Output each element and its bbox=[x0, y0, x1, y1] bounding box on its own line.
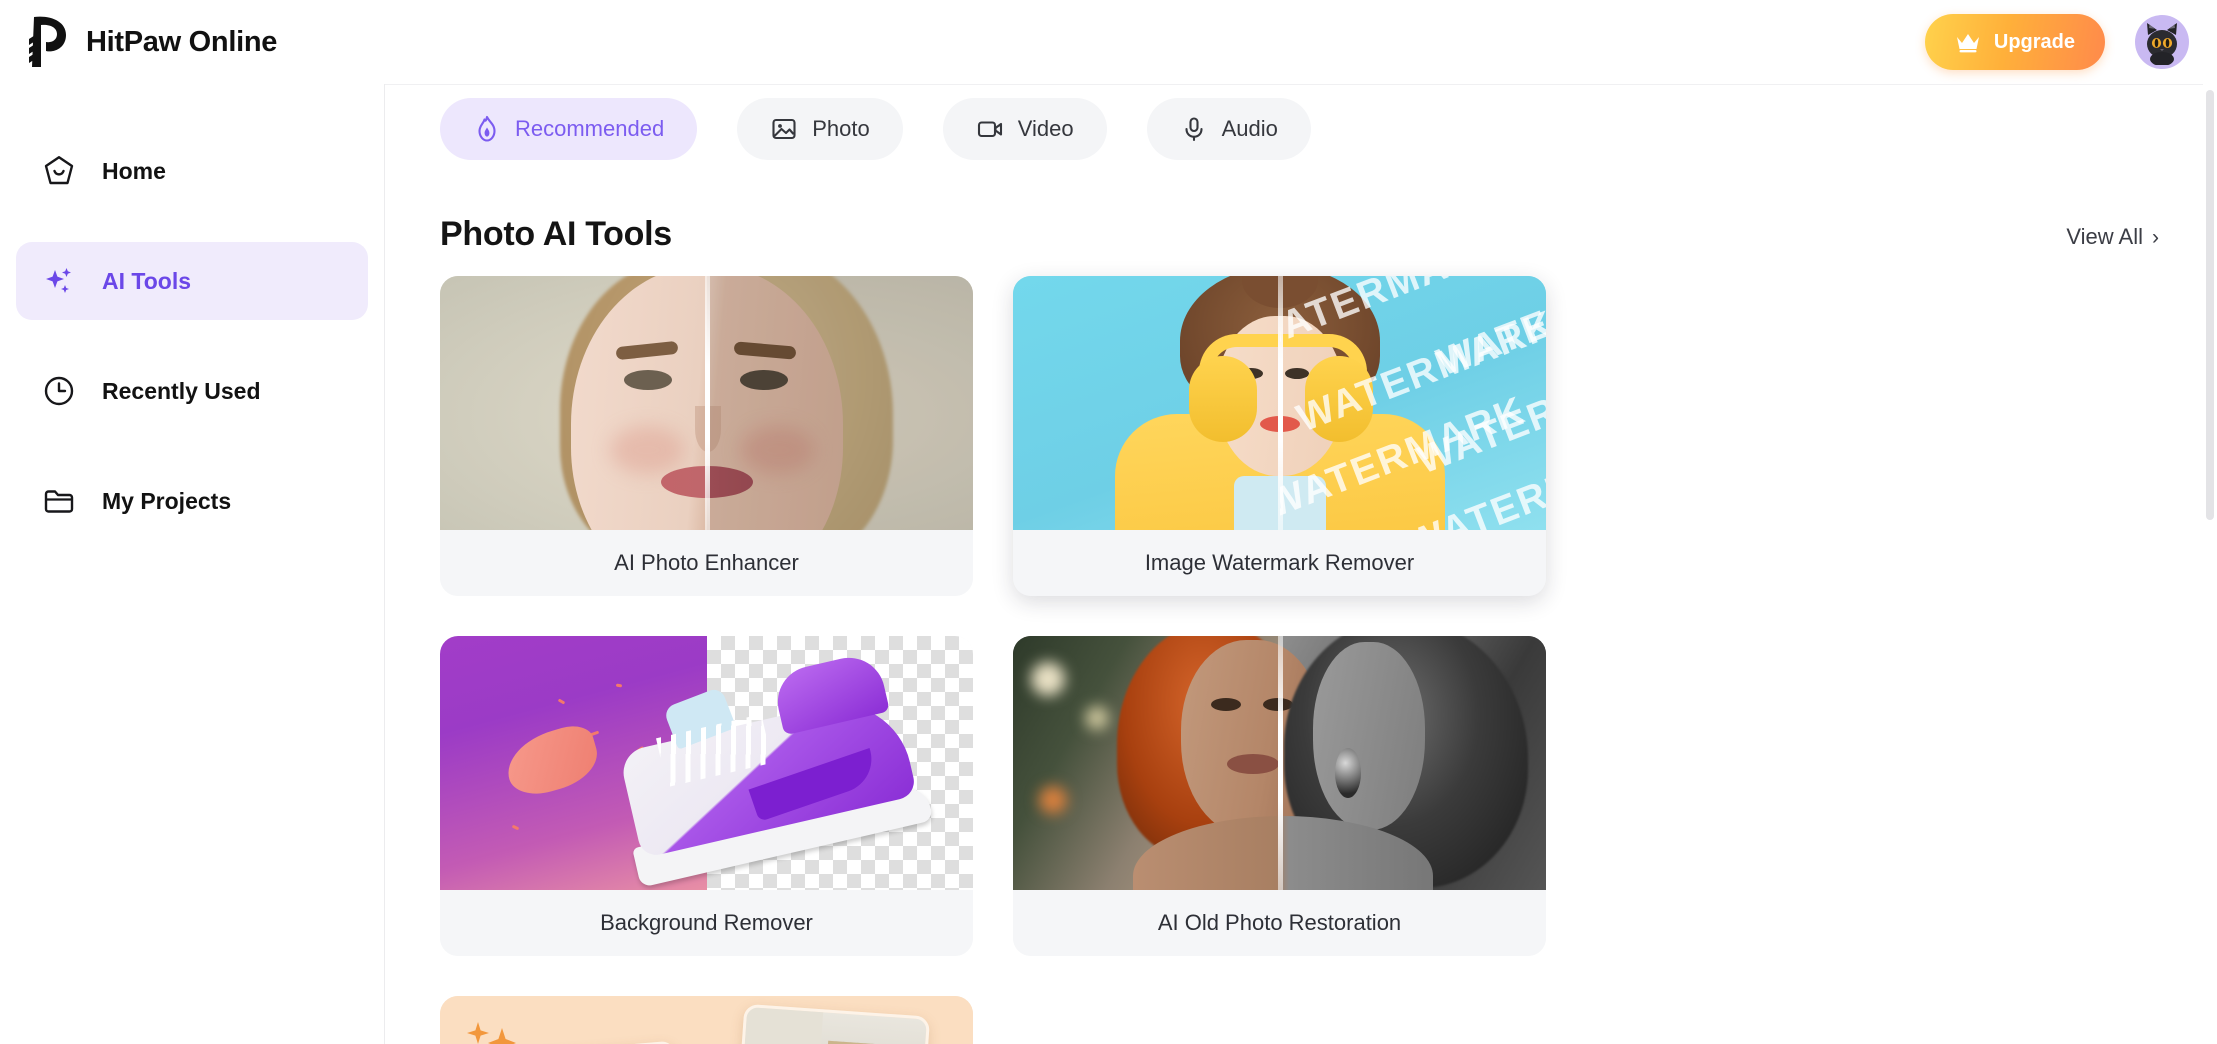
sidebar-item-ai-tools[interactable]: AI Tools bbox=[16, 242, 368, 320]
upgrade-button[interactable]: Upgrade bbox=[1924, 14, 2105, 70]
main-scrollbar[interactable] bbox=[2203, 84, 2217, 1044]
upgrade-button-label: Upgrade bbox=[1993, 30, 2075, 53]
brand[interactable]: HitPaw Online bbox=[0, 15, 277, 69]
section-header-photo: Photo AI Tools View All › bbox=[385, 160, 2217, 254]
tool-card-label: Image Watermark Remover bbox=[1013, 530, 1546, 596]
category-tabs: Recommended Photo Video Audio bbox=[385, 84, 2217, 160]
tool-thumbnail bbox=[1013, 636, 1546, 890]
tool-thumbnail: WATERMARK WATERMARK WATERMARK WATERMARK … bbox=[1013, 276, 1546, 530]
photo-tools-grid: AI Photo Enhancer WATERMARK WATERMARK WA… bbox=[385, 254, 2085, 1044]
scrollbar-thumb[interactable] bbox=[2206, 90, 2214, 520]
sidebar-item-home[interactable]: Home bbox=[16, 132, 368, 210]
tab-photo[interactable]: Photo bbox=[737, 98, 903, 160]
sidebar-item-label: Home bbox=[102, 157, 166, 184]
before-after-divider bbox=[704, 276, 710, 530]
avatar[interactable] bbox=[2135, 15, 2189, 69]
folder-icon bbox=[42, 484, 76, 518]
section-title: Photo AI Tools bbox=[440, 215, 672, 253]
tab-audio[interactable]: Audio bbox=[1146, 98, 1311, 160]
sidebar-item-recently-used[interactable]: Recently Used bbox=[16, 352, 368, 430]
clock-icon bbox=[42, 374, 76, 408]
tool-thumbnail bbox=[440, 276, 973, 530]
flame-icon bbox=[473, 115, 501, 143]
tab-label: Video bbox=[1017, 116, 1074, 141]
sidebar-item-my-projects[interactable]: My Projects bbox=[16, 462, 368, 540]
home-pentagon-smile-icon bbox=[42, 154, 76, 188]
black-cat-avatar-icon bbox=[2147, 23, 2177, 65]
watermark-text: WATERMARK bbox=[1430, 276, 1546, 385]
sidebar-item-label: Recently Used bbox=[102, 377, 261, 404]
tool-card-background-remover[interactable]: Background Remover bbox=[440, 636, 973, 956]
hitpaw-paw-logo-icon bbox=[24, 15, 70, 69]
tool-thumbnail bbox=[440, 996, 973, 1044]
app-root: HitPaw Online Upgrade Home AI Tools Rece… bbox=[0, 0, 2217, 1044]
crown-icon bbox=[1955, 31, 1981, 53]
header-divider bbox=[385, 84, 2217, 85]
sparkles-icon bbox=[42, 264, 76, 298]
sidebar-item-label: My Projects bbox=[102, 487, 232, 514]
tab-label: Photo bbox=[812, 116, 870, 141]
tab-label: Recommended bbox=[515, 116, 665, 141]
watermark-overlay: WATERMARK WATERMARK WATERMARK WATERMARK … bbox=[1280, 276, 1547, 530]
brand-name: HitPaw Online bbox=[86, 25, 278, 58]
sidebar: Home AI Tools Recently Used My Projects bbox=[0, 84, 385, 1044]
tool-card-ai-dance-generator[interactable]: AI Dance Generator bbox=[440, 996, 973, 1044]
sidebar-item-label: AI Tools bbox=[102, 267, 192, 294]
main-content: Recommended Photo Video Audio Photo AI T… bbox=[385, 84, 2217, 1044]
tool-card-label: AI Old Photo Restoration bbox=[1013, 890, 1546, 956]
tool-card-label: Background Remover bbox=[440, 890, 973, 956]
header-actions: Upgrade bbox=[1924, 14, 2217, 70]
tool-card-label: AI Photo Enhancer bbox=[440, 530, 973, 596]
tab-label: Audio bbox=[1221, 116, 1278, 141]
view-all-label: View All bbox=[2066, 224, 2143, 249]
video-camera-icon bbox=[976, 115, 1004, 143]
image-icon bbox=[770, 115, 798, 143]
tab-recommended[interactable]: Recommended bbox=[440, 98, 698, 160]
tool-card-image-watermark-remover[interactable]: WATERMARK WATERMARK WATERMARK WATERMARK … bbox=[1013, 276, 1546, 596]
tool-card-ai-photo-enhancer[interactable]: AI Photo Enhancer bbox=[440, 276, 973, 596]
view-all-photo-link[interactable]: View All › bbox=[2066, 224, 2159, 254]
before-after-divider bbox=[1277, 636, 1283, 890]
chevron-right-icon: › bbox=[2152, 225, 2159, 249]
tab-video[interactable]: Video bbox=[942, 98, 1107, 160]
microphone-icon bbox=[1180, 115, 1208, 143]
sparkle-icon bbox=[460, 1018, 530, 1044]
top-header: HitPaw Online Upgrade bbox=[0, 0, 2217, 84]
tool-card-ai-old-photo-restoration[interactable]: AI Old Photo Restoration bbox=[1013, 636, 1546, 956]
tool-thumbnail bbox=[440, 636, 973, 890]
